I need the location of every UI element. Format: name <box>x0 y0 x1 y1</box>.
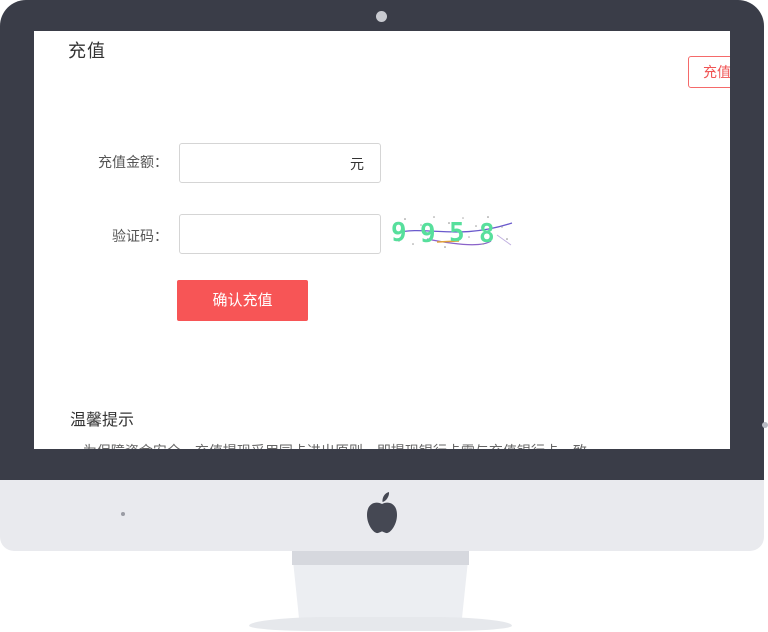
amount-input[interactable]: 元 <box>179 143 381 183</box>
amount-label: 充值金额： <box>98 155 168 171</box>
monitor-stand-shadow <box>292 551 469 565</box>
captcha-input[interactable] <box>179 214 381 254</box>
page-title: 充值 <box>68 41 106 62</box>
monitor-stand-base <box>249 617 512 631</box>
amount-unit: 元 <box>350 157 364 173</box>
tips-title: 温馨提示 <box>70 410 135 429</box>
captcha-digit: 8 <box>479 219 495 249</box>
side-dot <box>762 422 768 428</box>
confirm-recharge-button[interactable]: 确认充值 <box>177 280 308 321</box>
chin-dot <box>121 512 125 516</box>
captcha-digit: 9 <box>420 219 436 249</box>
captcha-digit: 5 <box>449 218 465 248</box>
tips-line: · 为保障资金安全，充值提现采用同卡进出原则，即提现银行卡需与充值银行卡一致 <box>74 441 587 449</box>
captcha-image[interactable]: 9 9 5 8 <box>387 211 517 251</box>
captcha-digit: 9 <box>391 218 407 248</box>
captcha-label: 验证码： <box>112 229 168 245</box>
screen: 充值 充值 充值金额： 元 验证码： 9 9 5 8 确认充值 温馨提示 · 为… <box>34 31 730 449</box>
apple-icon <box>367 492 397 534</box>
recharge-button[interactable]: 充值 <box>688 56 730 88</box>
camera-icon <box>376 11 387 22</box>
